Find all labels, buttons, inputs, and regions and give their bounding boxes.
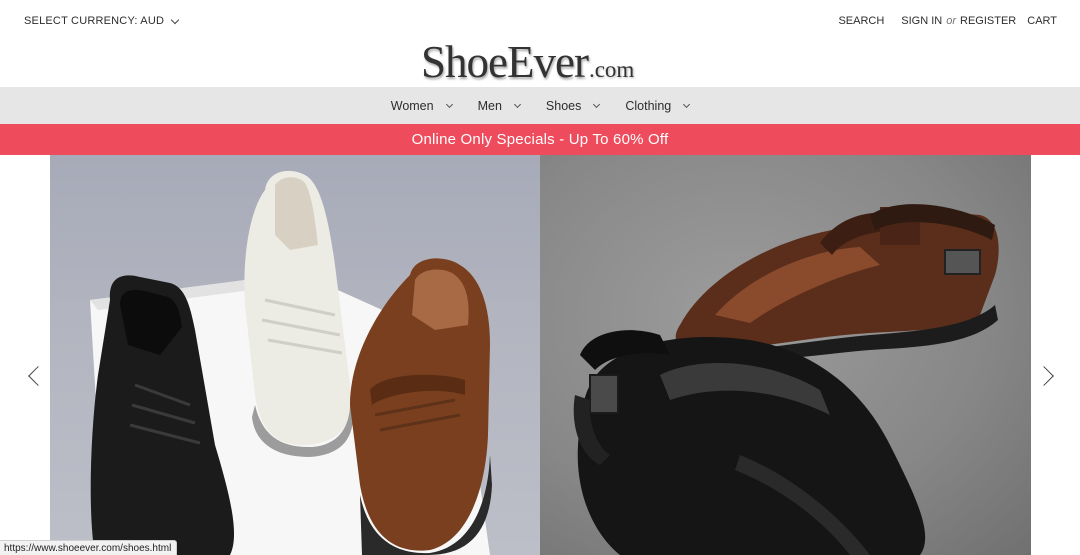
main-nav: Women Men Shoes Clothing [0, 87, 1080, 124]
nav-item-label: Women [390, 98, 434, 113]
logo-main: ShoeEver [421, 37, 589, 87]
nav-item-label: Shoes [545, 98, 582, 113]
nav-item-clothing[interactable]: Clothing [625, 98, 691, 113]
currency-selector[interactable]: SELECT CURRENCY: AUD [24, 15, 180, 27]
cart-link[interactable]: CART [1027, 15, 1057, 27]
chevron-down-icon [683, 100, 691, 108]
chevron-down-icon [445, 100, 453, 108]
chevron-left-icon[interactable] [28, 366, 48, 386]
slide-image-sandal-shoes[interactable] [540, 155, 1031, 555]
chevron-down-icon [593, 100, 601, 108]
or-separator: or [946, 15, 957, 27]
chevron-right-icon[interactable] [1034, 366, 1054, 386]
user-nav: SEARCH SIGN IN or REGISTER CART [838, 15, 1057, 27]
logo-tld: .com [588, 57, 635, 82]
nav-item-label: Clothing [625, 98, 672, 113]
top-bar: SELECT CURRENCY: AUD SEARCH SIGN IN or R… [0, 0, 1080, 42]
chevron-down-icon [170, 15, 180, 24]
site-logo[interactable]: ShoeEver .com [421, 38, 634, 86]
nav-item-label: Men [477, 98, 502, 113]
search-link[interactable]: SEARCH [838, 15, 884, 27]
hero-carousel [0, 155, 1080, 555]
nav-item-shoes[interactable]: Shoes [545, 98, 601, 113]
currency-label: SELECT CURRENCY: AUD [24, 15, 165, 27]
sign-in-link[interactable]: SIGN IN [901, 15, 942, 27]
status-bar-url: https://www.shoeever.com/shoes.html [0, 540, 178, 555]
nav-item-men[interactable]: Men [477, 98, 521, 113]
nav-item-women[interactable]: Women [390, 98, 453, 113]
chevron-down-icon [513, 100, 521, 108]
register-link[interactable]: REGISTER [960, 15, 1016, 27]
promo-banner[interactable]: Online Only Specials - Up To 60% Off [0, 124, 1080, 155]
slide-image-oxford-shoes[interactable] [50, 155, 540, 555]
